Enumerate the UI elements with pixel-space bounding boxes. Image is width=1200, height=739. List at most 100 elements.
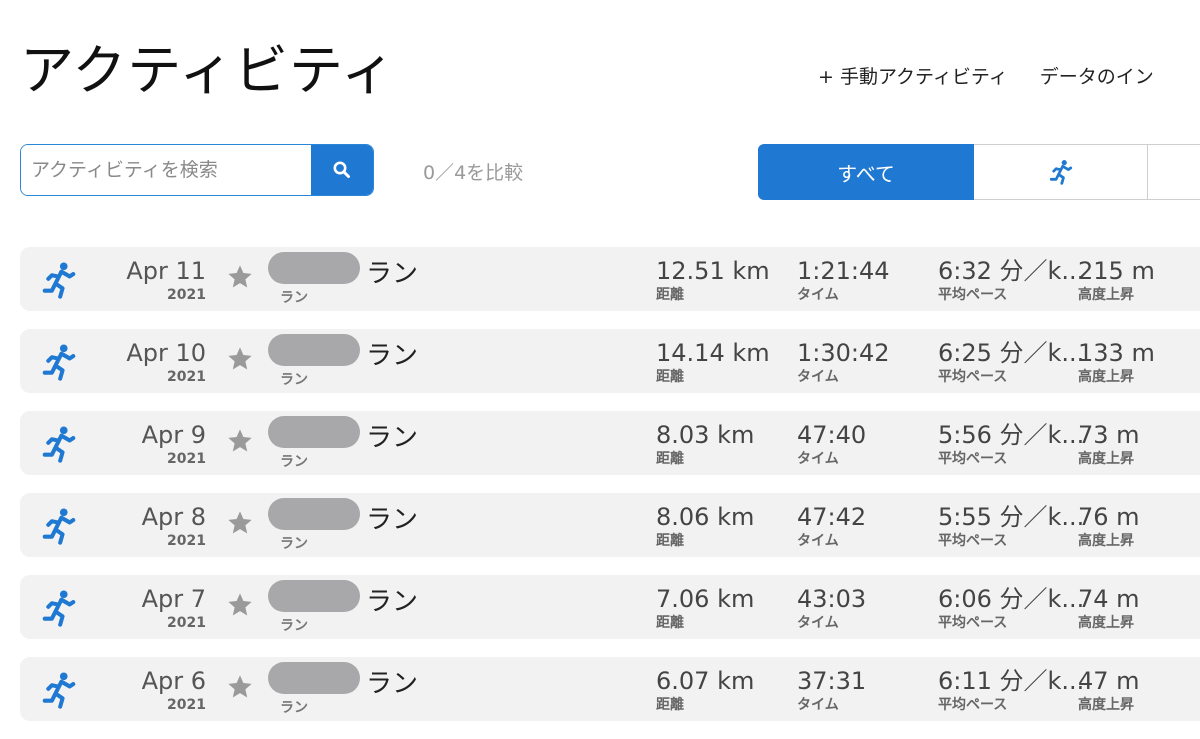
running-icon [42, 262, 76, 299]
import-data-link[interactable]: データのイン [1040, 66, 1154, 88]
activity-type: ラン [280, 290, 308, 306]
activity-row[interactable]: Apr 8 2021 ラン ラン 8.06 km 距離 47:42 タイム 5:55 分／k..… [20, 493, 1200, 557]
activity-year: 2021 [167, 287, 206, 303]
time-value: 1:21:44 [797, 257, 890, 285]
activity-name[interactable]: ラン [366, 581, 418, 618]
activity-list: Apr 11 2021 ラン ラン 12.51 km 距離 1:21:44 タイム 6:32 分… [20, 247, 1200, 739]
time-label: タイム [797, 615, 839, 631]
favorite-star-icon[interactable] [226, 673, 254, 701]
activity-name[interactable]: ラン [366, 499, 418, 536]
activity-name[interactable]: ラン [366, 417, 418, 454]
redacted-name-mask [268, 580, 360, 612]
activity-row[interactable]: Apr 11 2021 ラン ラン 12.51 km 距離 1:21:44 タイム 6:32 分… [20, 247, 1200, 311]
elevation-value: 73 m [1078, 421, 1140, 449]
time-value: 47:42 [797, 503, 867, 531]
distance-value: 6.07 km [656, 667, 755, 695]
running-icon [42, 344, 76, 381]
elevation-label: 高度上昇 [1078, 287, 1134, 303]
time-value: 43:03 [797, 585, 867, 613]
activity-type-filter: すべて [758, 144, 1200, 200]
page-title: アクティビティ [20, 39, 396, 102]
favorite-star-icon[interactable] [226, 263, 254, 291]
redacted-name-mask [268, 252, 360, 284]
compare-count: 0／4を比較 [423, 162, 524, 184]
time-stat: 1:21:44 タイム [797, 256, 890, 304]
favorite-star-icon[interactable] [226, 345, 254, 373]
elevation-stat: 74 m 高度上昇 [1078, 584, 1140, 632]
activity-type: ラン [280, 618, 308, 634]
distance-stat: 7.06 km 距離 [656, 584, 754, 632]
time-label: タイム [797, 287, 839, 303]
activity-type: ラン [280, 536, 308, 552]
favorite-star-icon[interactable] [226, 509, 254, 537]
activity-name[interactable]: ラン [366, 253, 418, 290]
elevation-label: 高度上昇 [1078, 533, 1134, 549]
manual-activity-link[interactable]: + 手動アクティビティ [818, 66, 1008, 88]
tab-more[interactable] [1148, 144, 1200, 200]
favorite-star-icon[interactable] [226, 427, 254, 455]
time-value: 47:40 [797, 421, 867, 449]
time-value: 37:31 [797, 667, 867, 695]
activity-row[interactable]: Apr 10 2021 ラン ラン 14.14 km 距離 1:30:42 タイム 6:25 分… [20, 329, 1200, 393]
distance-label: 距離 [656, 697, 684, 713]
time-value: 1:30:42 [797, 339, 890, 367]
pace-value: 6:06 分／k... [938, 585, 1085, 613]
pace-stat: 6:32 分／k... 平均ペース [938, 256, 1084, 304]
distance-value: 7.06 km [656, 585, 755, 613]
distance-value: 8.03 km [656, 421, 755, 449]
redacted-name-mask [268, 334, 360, 366]
tab-running[interactable] [974, 144, 1148, 200]
favorite-star-icon[interactable] [226, 591, 254, 619]
elevation-label: 高度上昇 [1078, 697, 1134, 713]
distance-stat: 8.03 km 距離 [656, 420, 754, 468]
search-button[interactable] [311, 145, 373, 195]
distance-value: 8.06 km [656, 503, 755, 531]
distance-label: 距離 [656, 287, 684, 303]
distance-label: 距離 [656, 533, 684, 549]
activity-row[interactable]: Apr 9 2021 ラン ラン 8.03 km 距離 47:40 タイム 5:56 分／k..… [20, 411, 1200, 475]
activity-name[interactable]: ラン [366, 663, 418, 700]
time-stat: 1:30:42 タイム [797, 338, 890, 386]
elevation-label: 高度上昇 [1078, 451, 1134, 467]
activity-date: Apr 6 [141, 667, 206, 695]
distance-label: 距離 [656, 369, 684, 385]
pace-stat: 6:11 分／k... 平均ペース [938, 666, 1084, 714]
elevation-stat: 133 m 高度上昇 [1078, 338, 1155, 386]
distance-stat: 8.06 km 距離 [656, 502, 754, 550]
search-icon [333, 161, 350, 178]
elevation-label: 高度上昇 [1078, 615, 1134, 631]
elevation-value: 47 m [1078, 667, 1140, 695]
pace-label: 平均ペース [938, 287, 1008, 303]
search-input[interactable] [21, 145, 311, 195]
distance-value: 14.14 km [656, 339, 770, 367]
activity-date: Apr 10 [126, 339, 206, 367]
activity-name[interactable]: ラン [366, 335, 418, 372]
time-stat: 43:03 タイム [797, 584, 866, 632]
activity-year: 2021 [167, 697, 206, 713]
pace-label: 平均ペース [938, 615, 1008, 631]
elevation-stat: 47 m 高度上昇 [1078, 666, 1140, 714]
search-box [20, 144, 374, 196]
tab-all[interactable]: すべて [758, 144, 974, 200]
time-stat: 47:40 タイム [797, 420, 866, 468]
activity-type: ラン [280, 372, 308, 388]
pace-stat: 6:06 分／k... 平均ペース [938, 584, 1084, 632]
redacted-name-mask [268, 498, 360, 530]
elevation-stat: 73 m 高度上昇 [1078, 420, 1140, 468]
running-icon [42, 672, 76, 709]
pace-stat: 6:25 分／k... 平均ペース [938, 338, 1084, 386]
running-icon [1049, 160, 1072, 185]
activity-date: Apr 7 [141, 585, 206, 613]
elevation-stat: 76 m 高度上昇 [1078, 502, 1140, 550]
pace-stat: 5:55 分／k... 平均ペース [938, 502, 1084, 550]
activity-row[interactable]: Apr 7 2021 ラン ラン 7.06 km 距離 43:03 タイム 6:06 分／k..… [20, 575, 1200, 639]
elevation-value: 76 m [1078, 503, 1140, 531]
activity-row[interactable]: Apr 6 2021 ラン ラン 6.07 km 距離 37:31 タイム 6:11 分／k..… [20, 657, 1200, 721]
activity-type: ラン [280, 700, 308, 716]
activity-date: Apr 11 [126, 257, 206, 285]
time-label: タイム [797, 533, 839, 549]
activity-year: 2021 [167, 451, 206, 467]
distance-stat: 12.51 km 距離 [656, 256, 770, 304]
redacted-name-mask [268, 416, 360, 448]
distance-label: 距離 [656, 615, 684, 631]
